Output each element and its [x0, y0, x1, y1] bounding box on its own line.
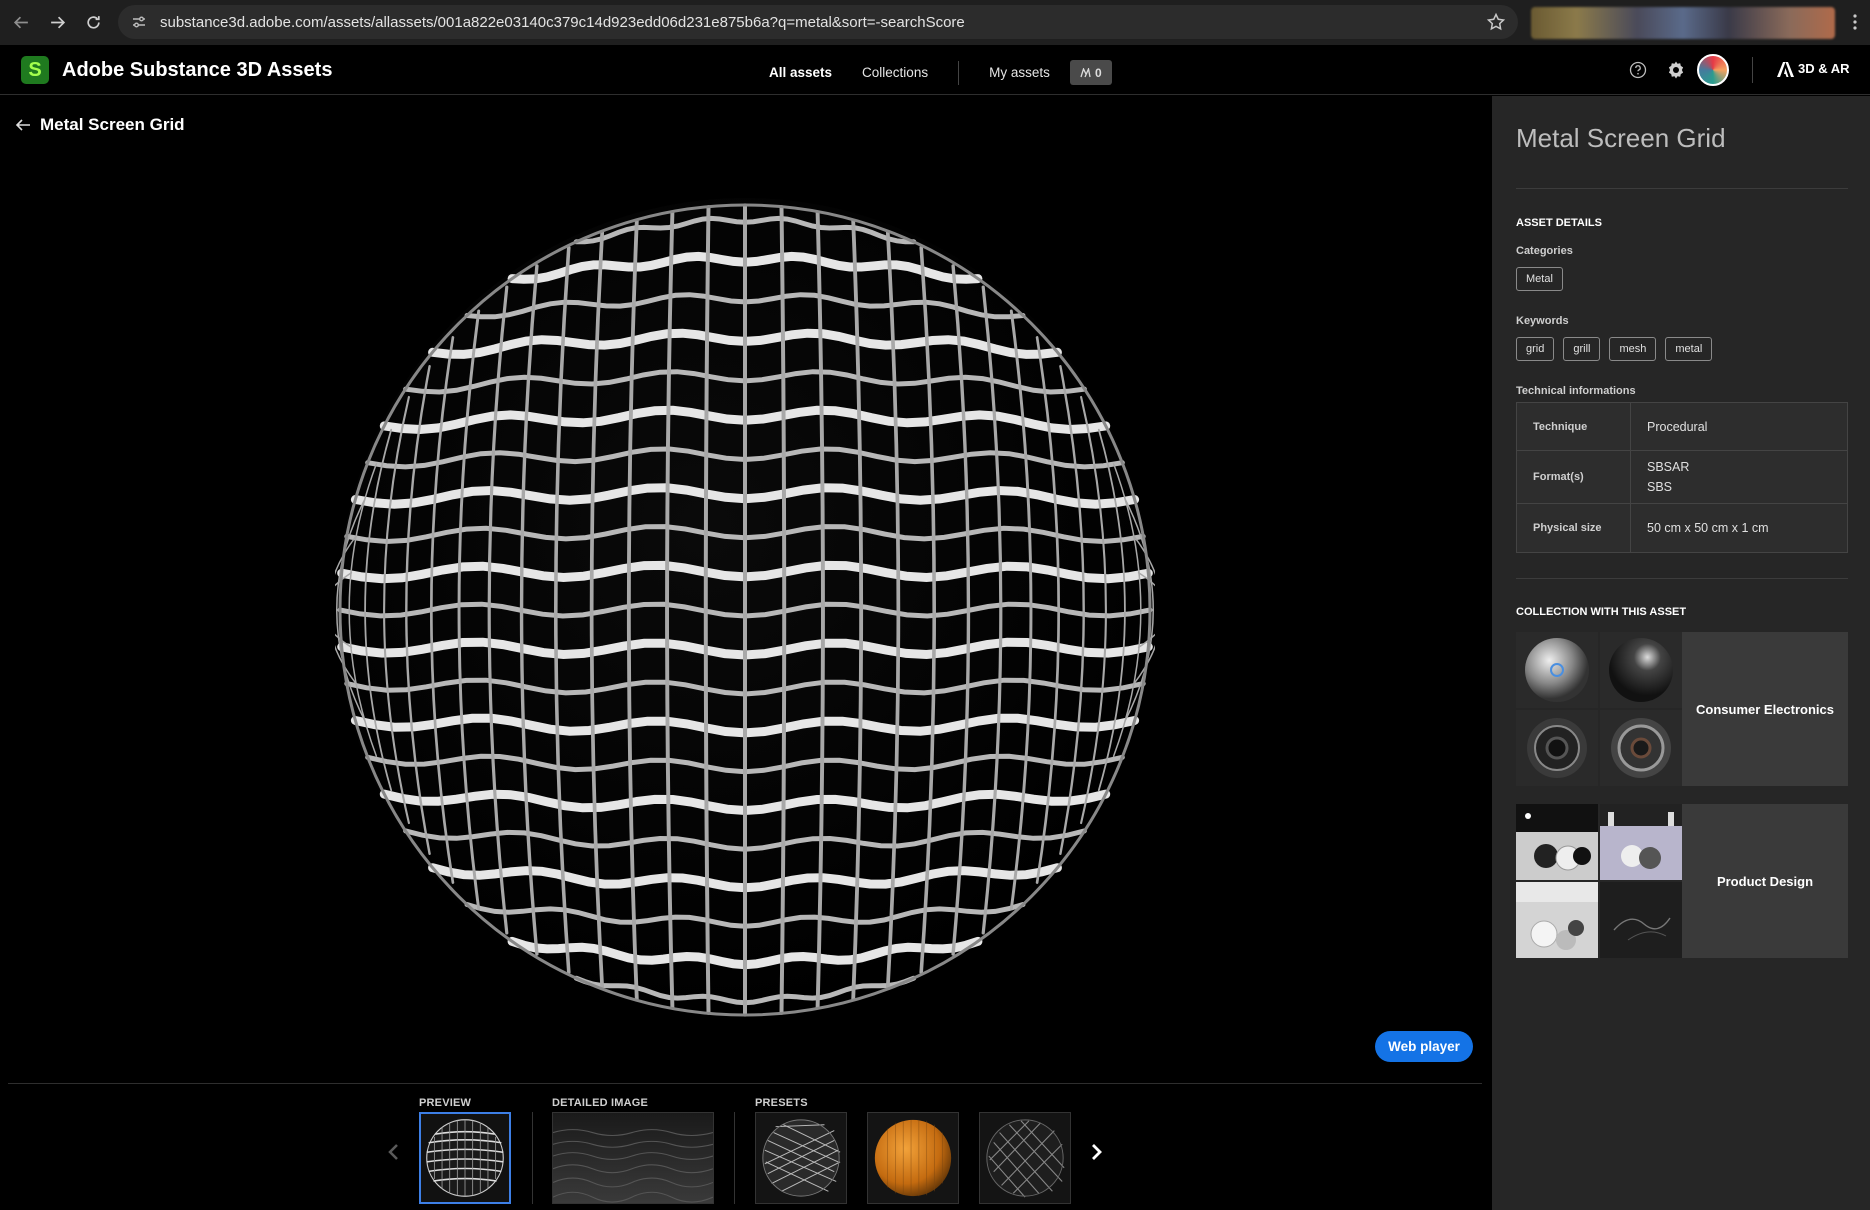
help-icon[interactable]	[1628, 60, 1648, 80]
viewer-divider	[8, 1083, 1482, 1084]
nav-my-assets[interactable]: My assets	[989, 65, 1050, 80]
panel-divider	[1516, 578, 1848, 579]
collection-thumb	[1600, 710, 1682, 786]
back-button[interactable]: Metal Screen Grid	[14, 115, 185, 135]
strip-separator	[532, 1112, 533, 1204]
gear-icon[interactable]	[1665, 59, 1687, 81]
tech-value-text: SBSAR	[1647, 460, 1690, 474]
user-avatar[interactable]	[1697, 54, 1729, 86]
tech-row-technique: Technique Procedural	[1517, 403, 1847, 451]
preview-label: PREVIEW	[419, 1097, 472, 1109]
top-nav: All assets Collections My assets 0	[769, 60, 1112, 85]
categories-heading: Categories	[1516, 245, 1573, 257]
credits-icon	[1080, 67, 1091, 77]
arrow-left-icon	[13, 16, 28, 29]
collection-thumb	[1516, 710, 1598, 786]
chevron-right-icon[interactable]	[1087, 1140, 1105, 1164]
browser-menu-icon[interactable]	[1848, 11, 1862, 33]
collection-name: Consumer Electronics	[1696, 701, 1834, 717]
preset-thumbnail-dark[interactable]	[979, 1112, 1071, 1204]
collection-thumb	[1516, 632, 1598, 708]
collection-thumb	[1600, 882, 1682, 958]
nav-collections[interactable]: Collections	[862, 65, 928, 80]
app-title[interactable]: Adobe Substance 3D Assets	[62, 59, 332, 82]
asset-title: Metal Screen Grid	[40, 115, 185, 134]
url-text: substance3d.adobe.com/assets/allassets/0…	[160, 13, 965, 31]
nav-all-assets[interactable]: All assets	[769, 65, 832, 80]
category-tags: Metal	[1516, 267, 1563, 291]
tech-key: Format(s)	[1517, 451, 1631, 503]
detailed-image-label: DETAILED IMAGE	[552, 1097, 649, 1109]
tech-value: 50 cm x 50 cm x 1 cm	[1631, 504, 1847, 552]
keyword-tag-grid[interactable]: grid	[1516, 337, 1555, 361]
collection-heading: COLLECTION WITH THIS ASSET	[1516, 606, 1687, 618]
collection-card-consumer-electronics[interactable]: Consumer Electronics	[1516, 632, 1848, 786]
tech-value: Procedural	[1631, 403, 1847, 450]
nav-divider	[958, 60, 960, 85]
panel-divider	[1516, 188, 1848, 189]
collection-thumb	[1600, 804, 1682, 880]
collection-name: Product Design	[1716, 873, 1814, 889]
browser-back-button[interactable]	[4, 6, 38, 40]
material-preview-sphere[interactable]	[335, 195, 1155, 1025]
tech-key: Technique	[1517, 403, 1631, 450]
bookmark-star-icon[interactable]	[1486, 12, 1506, 32]
keyword-tags: grid grill mesh metal	[1516, 337, 1713, 361]
credits-badge[interactable]: 0	[1069, 60, 1112, 85]
collection-thumb	[1600, 632, 1682, 708]
tech-key: Physical size	[1517, 504, 1631, 552]
collection-thumbnails	[1516, 632, 1682, 786]
tech-value-text: 50 cm x 50 cm x 1 cm	[1647, 521, 1769, 535]
category-tag-metal[interactable]: Metal	[1516, 267, 1563, 291]
collection-thumb	[1516, 804, 1598, 880]
browser-toolbar: substance3d.adobe.com/assets/allassets/0…	[0, 0, 1870, 45]
tech-row-formats: Format(s) SBSAR SBS	[1517, 451, 1847, 504]
browser-forward-button[interactable]	[40, 6, 74, 40]
presets-label: PRESETS	[755, 1097, 808, 1109]
technical-info-heading: Technical informations	[1516, 385, 1636, 397]
collection-thumbnails	[1516, 804, 1682, 958]
panel-asset-title: Metal Screen Grid	[1516, 123, 1726, 153]
brand-label[interactable]: 3D & AR	[1798, 61, 1850, 76]
preset-thumbnail-gold[interactable]	[867, 1112, 959, 1204]
web-player-button[interactable]: Web player	[1375, 1031, 1473, 1062]
detailed-image-thumbnail[interactable]	[552, 1112, 714, 1204]
strip-separator	[734, 1112, 735, 1204]
tech-row-physical-size: Physical size 50 cm x 50 cm x 1 cm	[1517, 504, 1847, 552]
tech-value-text: SBS	[1647, 480, 1673, 494]
asset-details-heading: ASSET DETAILS	[1516, 217, 1602, 229]
technical-info-table: Technique Procedural Format(s) SBSAR SBS…	[1516, 402, 1848, 553]
tech-value: SBSAR SBS	[1631, 451, 1847, 503]
header-divider	[1752, 57, 1753, 83]
credits-count: 0	[1095, 65, 1102, 80]
app-header: S Adobe Substance 3D Assets All assets C…	[0, 45, 1870, 95]
adobe-logo-icon[interactable]	[1777, 62, 1794, 77]
keyword-tag-mesh[interactable]: mesh	[1609, 337, 1657, 361]
keyword-tag-metal[interactable]: metal	[1665, 337, 1713, 361]
keyword-tag-grill[interactable]: grill	[1563, 337, 1601, 361]
keywords-heading: Keywords	[1516, 315, 1569, 327]
blurred-extensions-area	[1531, 7, 1835, 39]
collection-thumb	[1516, 882, 1598, 958]
tech-value-text: Procedural	[1647, 419, 1708, 434]
reload-icon	[86, 16, 100, 29]
address-bar[interactable]: substance3d.adobe.com/assets/allassets/0…	[118, 5, 1518, 39]
collection-card-product-design[interactable]: Product Design	[1516, 804, 1848, 958]
browser-reload-button[interactable]	[76, 6, 110, 40]
asset-details-panel: Metal Screen Grid ASSET DETAILS Categori…	[1492, 96, 1870, 1210]
arrow-left-icon	[15, 119, 30, 131]
preset-thumbnail-silver[interactable]	[755, 1112, 847, 1204]
arrow-right-icon	[50, 16, 65, 29]
substance-logo[interactable]: S	[21, 56, 49, 84]
site-settings-icon[interactable]	[122, 5, 156, 39]
preview-thumbnail[interactable]	[419, 1112, 511, 1204]
chevron-left-icon[interactable]	[385, 1140, 403, 1164]
